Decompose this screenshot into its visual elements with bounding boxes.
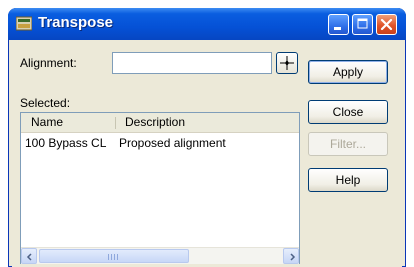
list-item[interactable]: 100 Bypass CL Proposed alignment — [21, 135, 299, 151]
maximize-icon — [357, 18, 368, 29]
close-icon — [380, 18, 393, 31]
column-divider[interactable] — [115, 117, 116, 129]
apply-button[interactable]: Apply — [308, 60, 388, 84]
column-header-description[interactable]: Description — [125, 113, 185, 133]
dialog-body: Alignment: Selected: Name Description 10… — [12, 40, 402, 267]
alignment-label: Alignment: — [20, 56, 77, 70]
pick-alignment-button[interactable] — [276, 52, 298, 74]
list-header: Name Description — [21, 113, 299, 133]
chevron-right-icon — [290, 253, 296, 261]
chevron-left-icon — [26, 253, 32, 261]
title-bar[interactable]: Transpose — [8, 8, 406, 40]
crosshair-icon — [280, 56, 294, 70]
app-icon — [15, 16, 33, 31]
window-title: Transpose — [38, 14, 114, 31]
selected-list[interactable]: Name Description 100 Bypass CL Proposed … — [20, 112, 300, 264]
column-header-name[interactable]: Name — [31, 113, 63, 133]
scroll-left-button[interactable] — [21, 248, 37, 264]
scrollbar-grip — [108, 254, 120, 260]
minimize-button[interactable] — [328, 14, 349, 35]
close-window-button[interactable] — [376, 14, 397, 35]
scroll-right-button[interactable] — [283, 248, 299, 264]
item-description: Proposed alignment — [119, 136, 226, 150]
minimize-icon — [334, 27, 341, 30]
maximize-button[interactable] — [352, 14, 373, 35]
help-button[interactable]: Help — [308, 168, 388, 192]
transpose-dialog: Transpose Alignment: Selected: Name Desc… — [8, 8, 406, 267]
alignment-input[interactable] — [112, 52, 272, 74]
filter-button[interactable]: Filter... — [308, 132, 388, 156]
horizontal-scrollbar[interactable] — [21, 247, 299, 264]
selected-label: Selected: — [20, 96, 71, 110]
item-name: 100 Bypass CL — [25, 136, 107, 150]
close-button[interactable]: Close — [308, 100, 388, 124]
scrollbar-thumb[interactable] — [39, 249, 189, 263]
